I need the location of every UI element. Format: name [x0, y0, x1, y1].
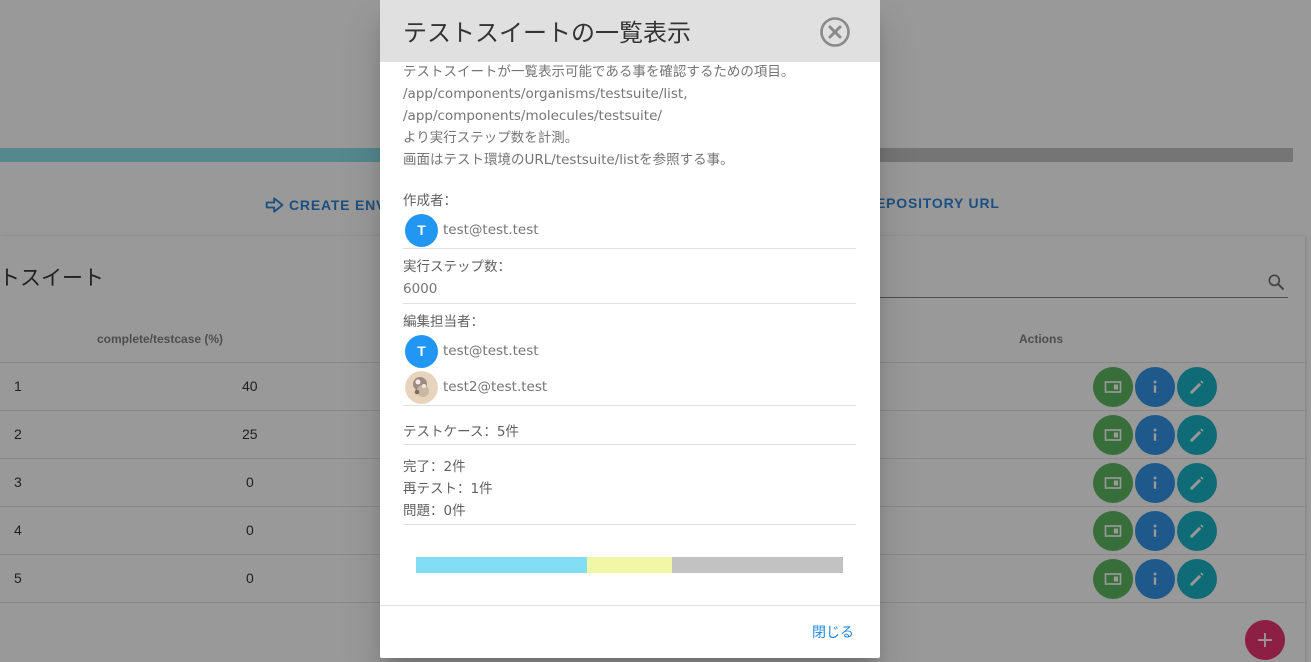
avatar: T [405, 334, 438, 368]
testsuite-detail-dialog: テストスイートの一覧表示 テストスイートが一覧表示可能である事を確認するための項… [380, 0, 880, 658]
author-label: 作成者： [403, 193, 457, 209]
description: テストスイートが一覧表示可能である事を確認するための項目。 /app/compo… [403, 61, 856, 171]
steps-section: 実行ステップ数： 6000 [403, 249, 856, 304]
progress-done-segment [416, 557, 587, 573]
close-icon[interactable] [819, 16, 851, 48]
description-line: より実行ステップ数を計測。 [403, 130, 579, 146]
steps-value: 6000 [403, 281, 438, 297]
user-email: test2@test.test [443, 379, 548, 395]
editors-label: 編集担当者： [403, 314, 484, 330]
avatar [405, 370, 438, 404]
issues-count: 問題：0件 [403, 503, 466, 519]
dialog-footer: 閉じる [380, 605, 880, 658]
progress-retest-segment [586, 557, 673, 573]
dialog-title: テストスイートの一覧表示 [403, 19, 691, 47]
user-email: test@test.test [443, 343, 539, 359]
close-button[interactable]: 閉じる [812, 622, 854, 642]
testcase-progress-bar [416, 557, 843, 573]
testcases-count: テストケース：5件 [403, 424, 519, 440]
description-line: /app/components/organisms/testsuite/list… [403, 86, 688, 102]
dialog-header: テストスイートの一覧表示 [380, 0, 880, 62]
description-line: テストスイートが一覧表示可能である事を確認するための項目。 [403, 64, 795, 80]
progress-remaining-segment [672, 557, 843, 573]
retest-count: 再テスト：1件 [403, 481, 493, 497]
editor-user: test2@test.test [405, 369, 856, 405]
editor-user: T test@test.test [405, 333, 856, 369]
steps-label: 実行ステップ数： [403, 259, 511, 275]
description-line: /app/components/molecules/testsuite/ [403, 108, 662, 124]
user-email: test@test.test [443, 222, 539, 238]
avatar: T [405, 213, 438, 247]
author-user: T test@test.test [405, 212, 856, 248]
editors-section: 編集担当者： T test@test.test test2@test.test [403, 304, 856, 406]
description-line: 画面はテスト環境のURL/testsuite/listを参照する事。 [403, 152, 734, 168]
dialog-body: テストスイートが一覧表示可能である事を確認するための項目。 /app/compo… [403, 62, 856, 525]
status-section: 完了：2件 再テスト：1件 問題：0件 [403, 445, 856, 525]
done-count: 完了：2件 [403, 459, 466, 475]
author-section: 作成者： T test@test.test [403, 190, 856, 249]
testcases-section: テストケース：5件 [403, 406, 856, 445]
